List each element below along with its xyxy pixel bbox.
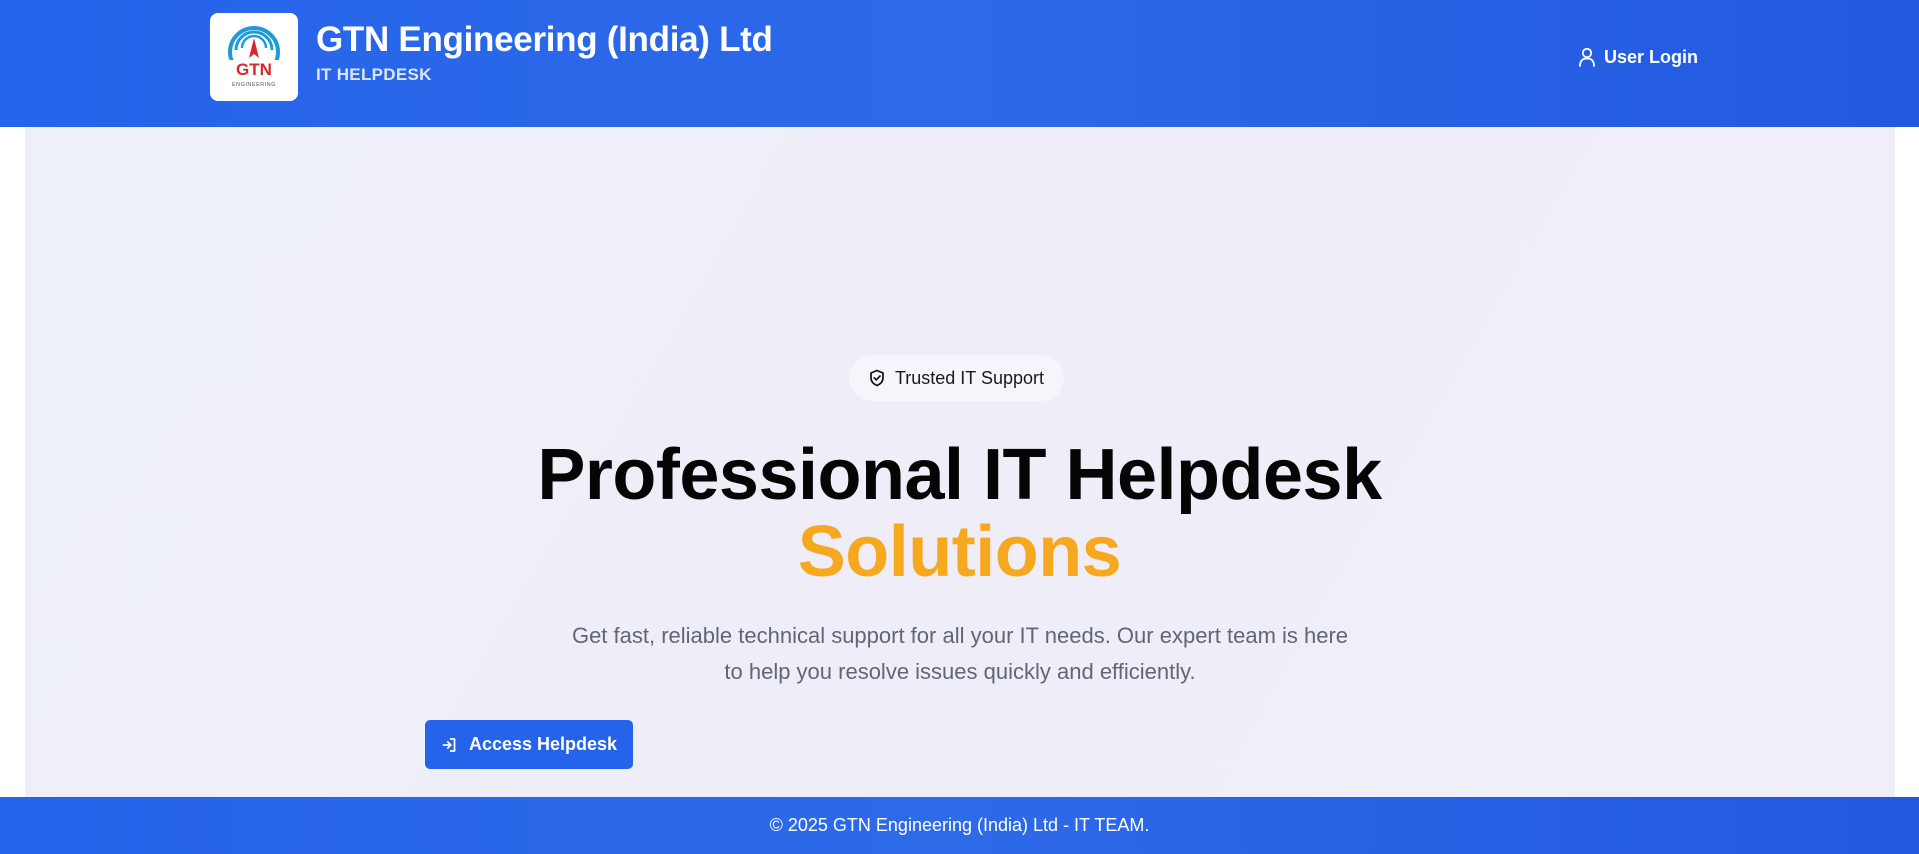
company-title: GTN Engineering (India) Ltd xyxy=(316,20,773,59)
access-helpdesk-label: Access Helpdesk xyxy=(468,734,618,754)
hero-headline-accent: Solutions xyxy=(797,512,1122,592)
access-helpdesk-button[interactable]: Access Helpdesk xyxy=(425,720,633,769)
company-subtitle: IT HELPDESK xyxy=(316,65,432,84)
svg-text:ENGINEERING: ENGINEERING xyxy=(232,82,276,88)
top-navbar: GTN ENGINEERING GTN Engineering (India) … xyxy=(0,0,1919,127)
user-icon xyxy=(1579,47,1595,67)
login-icon xyxy=(442,737,456,752)
user-login-label: User Login xyxy=(1604,46,1699,67)
user-login-link[interactable]: User Login xyxy=(1578,45,1698,69)
footer-copyright: © 2025 GTN Engineering (India) Ltd - IT … xyxy=(769,815,1150,835)
footer: © 2025 GTN Engineering (India) Ltd - IT … xyxy=(0,797,1919,854)
svg-text:GTN: GTN xyxy=(236,60,272,79)
hero-description: Get fast, reliable technical support for… xyxy=(571,623,1349,684)
company-logo[interactable]: GTN ENGINEERING xyxy=(210,13,298,101)
hero-headline: Professional IT Helpdesk xyxy=(537,435,1382,515)
shield-check-icon xyxy=(870,369,884,387)
gtn-logo-icon: GTN ENGINEERING xyxy=(228,26,280,88)
trusted-support-badge: Trusted IT Support xyxy=(849,355,1064,401)
badge-label: Trusted IT Support xyxy=(894,367,1045,388)
